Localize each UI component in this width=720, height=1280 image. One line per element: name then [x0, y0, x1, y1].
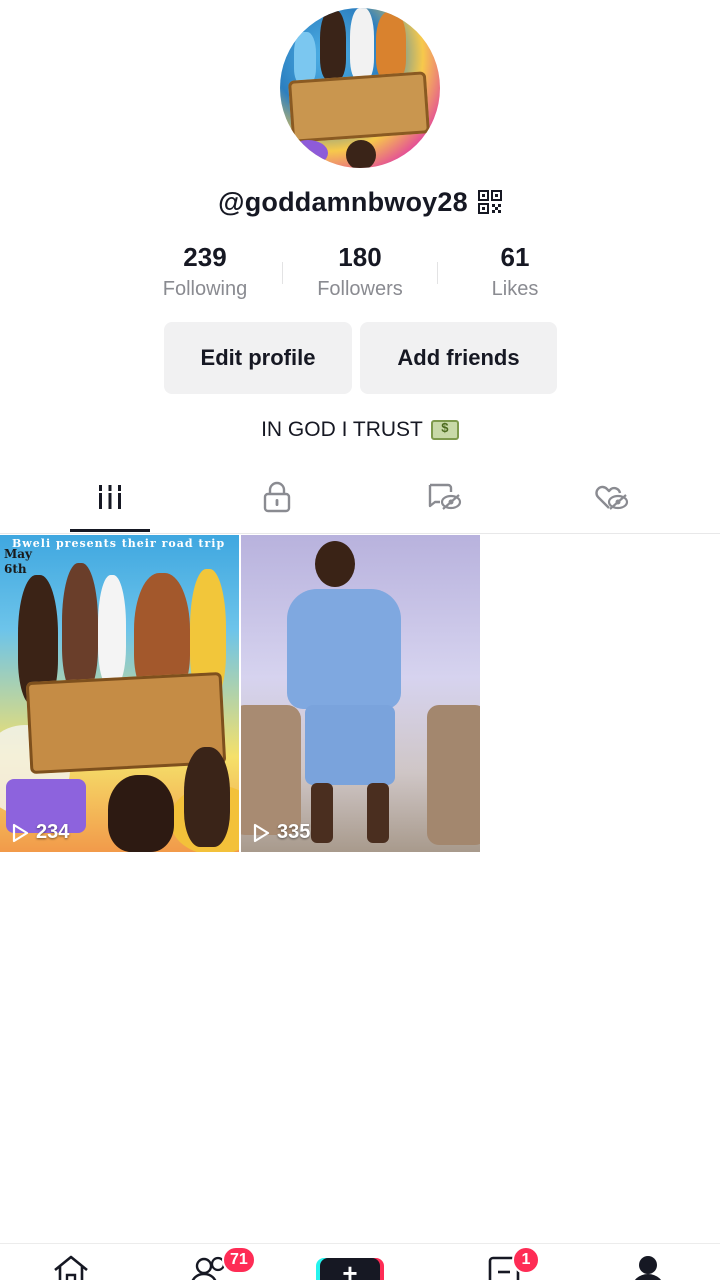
stat-followers[interactable]: 180 Followers [283, 240, 437, 302]
active-tab-indicator [70, 529, 150, 532]
inbox-notification-badge: 1 [512, 1246, 540, 1274]
friends-notification-badge: 71 [222, 1246, 256, 1274]
edit-profile-button[interactable]: Edit profile [164, 322, 352, 394]
stat-value: 61 [500, 242, 530, 272]
profile-actions: Edit profile Add friends [164, 322, 557, 394]
tab-reposts[interactable] [404, 466, 484, 532]
poster-title: Bweli presents their road trip [12, 537, 226, 550]
tab-videos[interactable] [70, 466, 150, 532]
play-icon [251, 823, 271, 843]
video-thumbnail[interactable]: 335 [241, 535, 480, 852]
view-count-value: 234 [36, 821, 70, 843]
stat-label: Following [162, 278, 248, 300]
profile-stats: 239 Following 180 Followers 61 Likes [128, 240, 592, 304]
stat-label: Followers [317, 278, 403, 300]
stat-following[interactable]: 239 Following [128, 240, 282, 302]
view-count: 335 [251, 821, 310, 844]
profile-avatar[interactable] [280, 8, 440, 168]
nav-home[interactable] [41, 1254, 101, 1280]
home-icon [51, 1254, 91, 1280]
nav-inbox[interactable]: 1 [474, 1246, 540, 1280]
video-grid: Bweli presents their road trip May 6th 2… [0, 535, 720, 853]
bio-text: IN GOD I TRUST [261, 418, 423, 441]
create-plus-icon [320, 1258, 380, 1280]
stat-value: 239 [183, 242, 227, 272]
poster-date: May 6th [4, 547, 33, 576]
profile-icon [628, 1254, 668, 1280]
stat-likes[interactable]: 61 Likes [438, 240, 592, 302]
stat-label: Likes [491, 278, 539, 300]
money-bill-icon [430, 420, 459, 440]
tab-private[interactable] [237, 466, 317, 532]
view-count-value: 335 [277, 821, 311, 843]
nav-create[interactable] [320, 1258, 380, 1280]
username: @goddamnbwoy28 [218, 186, 468, 217]
nav-friends[interactable]: 71 [180, 1246, 256, 1280]
nav-profile[interactable] [618, 1254, 678, 1280]
profile-bio[interactable]: IN GOD I TRUST [0, 413, 720, 447]
lock-icon [262, 481, 292, 518]
stat-value: 180 [338, 242, 382, 272]
grid-icon [96, 483, 124, 516]
video-thumbnail[interactable]: Bweli presents their road trip May 6th 2… [0, 535, 239, 852]
bottom-nav: 71 1 [0, 1243, 720, 1280]
add-friends-button[interactable]: Add friends [360, 322, 557, 394]
play-icon [10, 823, 30, 843]
profile-tabs [0, 466, 720, 534]
tab-liked[interactable] [571, 466, 651, 532]
view-count: 234 [10, 821, 69, 844]
hidden-repost-icon [426, 482, 462, 517]
hidden-heart-icon [593, 482, 629, 517]
username-row: @goddamnbwoy28 [0, 182, 720, 222]
qr-code-icon[interactable] [477, 190, 502, 214]
